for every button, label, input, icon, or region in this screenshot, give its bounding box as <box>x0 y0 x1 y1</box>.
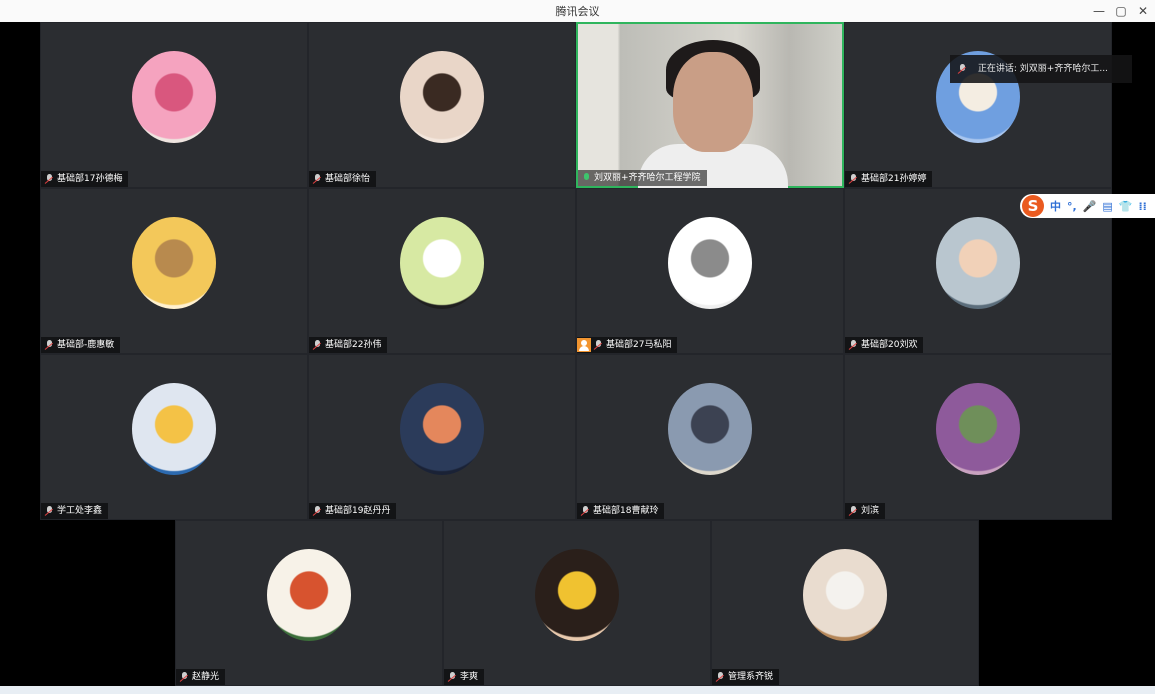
microphone-muted-icon <box>849 173 858 184</box>
participant-tile[interactable]: 基础部徐怡 <box>308 22 576 188</box>
participant-name-tag: 刘双丽+齐齐哈尔工程学院 <box>578 170 707 186</box>
participant-name: 基础部19赵丹丹 <box>325 506 391 516</box>
participant-tile[interactable]: 赵静光 <box>175 520 443 686</box>
participant-name: 基础部21孙婷婷 <box>861 174 927 184</box>
microphone-muted-icon <box>45 173 54 184</box>
speaking-indicator: 正在讲话: 刘双丽+齐齐哈尔工... <box>950 55 1132 83</box>
participant-name: 基础部22孙伟 <box>325 340 382 350</box>
participant-video <box>578 24 842 204</box>
microphone-muted-icon <box>716 671 725 682</box>
microphone-muted-icon <box>849 505 858 516</box>
participant-tile[interactable]: 基础部19赵丹丹 <box>308 354 576 520</box>
speaking-prefix: 正在讲话: <box>977 64 1017 74</box>
participant-name: 管理系齐锐 <box>728 672 774 682</box>
window-title: 腾讯会议 <box>555 5 600 18</box>
participant-avatar <box>400 383 484 475</box>
participant-name: 基础部-鹿惠敏 <box>57 340 115 350</box>
microphone-muted-icon <box>180 671 189 682</box>
participant-name-tag: 管理系齐锐 <box>712 669 780 685</box>
video-grid: 基础部17孙德梅 基础部徐怡 刘双丽+齐齐哈尔工程学院 基础部21孙婷婷基础部-鹿惠敏… <box>0 22 1155 686</box>
participant-name-tag: 基础部22孙伟 <box>309 337 388 353</box>
participant-avatar <box>400 51 484 143</box>
ime-skin-icon[interactable]: 👕 <box>1119 200 1133 213</box>
participant-tile[interactable]: 基础部27马私阳 <box>576 188 844 354</box>
participant-name-tag: 基础部-鹿惠敏 <box>41 337 121 353</box>
participant-name-tag: 基础部17孙德梅 <box>41 171 129 187</box>
participant-avatar <box>803 549 887 641</box>
participant-name: 李爽 <box>460 672 479 682</box>
participant-name: 赵静光 <box>192 672 220 682</box>
participant-name-tag: 李爽 <box>444 669 485 685</box>
participant-name-tag: 基础部21孙婷婷 <box>845 171 933 187</box>
participant-name-tag: 基础部27马私阳 <box>577 337 678 353</box>
bottom-edge <box>0 686 1155 694</box>
participant-name: 基础部17孙德梅 <box>57 174 123 184</box>
participant-tile[interactable]: 学工处李鑫 <box>40 354 308 520</box>
participant-tile[interactable]: 管理系齐锐 <box>711 520 979 686</box>
microphone-muted-icon <box>581 505 590 516</box>
speaking-name: 刘双丽+齐齐哈尔工... <box>1019 64 1108 74</box>
participant-name: 刘双丽+齐齐哈尔工程学院 <box>594 173 701 183</box>
participant-name-tag: 基础部18曹献玲 <box>577 503 665 519</box>
participant-name: 基础部18曹献玲 <box>593 506 659 516</box>
ime-chinese-mode[interactable]: 中 <box>1050 198 1061 214</box>
participant-name: 基础部20刘欢 <box>861 340 918 350</box>
ime-punctuation-icon[interactable]: °, <box>1067 200 1077 213</box>
microphone-muted-icon <box>313 505 322 516</box>
participant-name-tag: 基础部20刘欢 <box>845 337 924 353</box>
participant-tile[interactable]: 基础部17孙德梅 <box>40 22 308 188</box>
participant-avatar <box>535 549 619 641</box>
participant-avatar <box>132 51 216 143</box>
participant-avatar <box>668 217 752 309</box>
microphone-muted-icon <box>849 339 858 350</box>
microphone-on-icon <box>582 172 591 183</box>
ime-grid-icon[interactable]: ⁞⁞ <box>1139 200 1147 213</box>
microphone-muted-icon <box>45 505 54 516</box>
participant-tile[interactable]: 基础部21孙婷婷 <box>844 22 1112 188</box>
participant-avatar <box>936 217 1020 309</box>
participant-name: 基础部27马私阳 <box>606 340 672 350</box>
participant-tile[interactable]: 刘双丽+齐齐哈尔工程学院 <box>576 22 844 204</box>
participant-name-tag: 学工处李鑫 <box>41 503 109 519</box>
ime-toolbar[interactable]: S 中 °, 🎤 ▤ 👕 ⁞⁞ <box>1020 194 1155 218</box>
minimize-button[interactable]: — <box>1088 2 1110 20</box>
participant-name: 基础部徐怡 <box>325 174 371 184</box>
participant-avatar <box>668 383 752 475</box>
participant-avatar <box>132 217 216 309</box>
participant-name-tag: 赵静光 <box>176 669 226 685</box>
close-button[interactable]: ✕ <box>1132 2 1154 20</box>
ime-voice-icon[interactable]: 🎤 <box>1083 200 1097 213</box>
participant-tile[interactable]: 基础部-鹿惠敏 <box>40 188 308 354</box>
participant-tile[interactable]: 基础部18曹献玲 <box>576 354 844 520</box>
participant-name-tag: 基础部徐怡 <box>309 171 377 187</box>
microphone-muted-icon <box>45 339 54 350</box>
participant-avatar <box>132 383 216 475</box>
microphone-icon <box>958 63 967 74</box>
microphone-muted-icon <box>448 671 457 682</box>
host-icon <box>577 337 591 352</box>
participant-name-tag: 基础部19赵丹丹 <box>309 503 397 519</box>
participant-avatar <box>267 549 351 641</box>
participant-avatar <box>936 383 1020 475</box>
ime-keyboard-icon[interactable]: ▤ <box>1102 200 1112 213</box>
microphone-muted-icon <box>313 173 322 184</box>
sogou-logo-icon[interactable]: S <box>1022 195 1044 217</box>
participant-name-tag: 刘滨 <box>845 503 886 519</box>
participant-avatar <box>400 217 484 309</box>
participant-tile[interactable]: 李爽 <box>443 520 711 686</box>
participant-name: 学工处李鑫 <box>57 506 103 516</box>
participant-tile[interactable]: 刘滨 <box>844 354 1112 520</box>
title-bar: 腾讯会议 — ▢ ✕ <box>0 0 1155 22</box>
restore-button[interactable]: ▢ <box>1110 2 1132 20</box>
microphone-muted-icon <box>313 339 322 350</box>
participant-name: 刘滨 <box>861 506 880 516</box>
participant-tile[interactable]: 基础部22孙伟 <box>308 188 576 354</box>
microphone-muted-icon <box>594 339 603 350</box>
